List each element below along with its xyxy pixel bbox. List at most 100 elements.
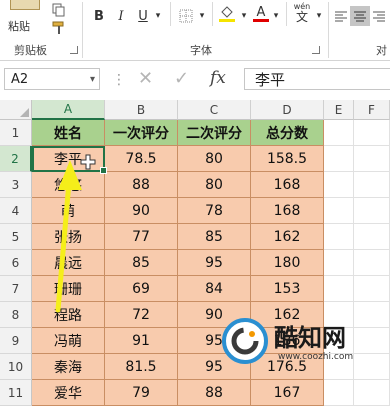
empty-cell[interactable] — [324, 224, 354, 250]
empty-cell[interactable] — [354, 276, 390, 302]
row-header-5[interactable]: 5 — [0, 224, 32, 250]
empty-cell[interactable] — [324, 198, 354, 224]
column-header-a[interactable]: A — [32, 100, 105, 120]
row-header-11[interactable]: 11 — [0, 380, 32, 406]
row-header-8[interactable]: 8 — [0, 302, 32, 328]
empty-cell[interactable] — [354, 172, 390, 198]
underline-dropdown-icon[interactable]: ▾ — [152, 6, 164, 26]
row-header-6[interactable]: 6 — [0, 250, 32, 276]
font-color-dropdown-icon[interactable]: ▾ — [270, 6, 282, 26]
font-color-icon[interactable]: A — [252, 4, 270, 24]
empty-cell[interactable] — [354, 198, 390, 224]
select-all-button[interactable] — [0, 100, 32, 120]
bold-button[interactable]: B — [90, 6, 108, 26]
format-painter-icon[interactable] — [48, 18, 70, 38]
table-cell[interactable]: 78.5 — [105, 146, 178, 172]
empty-cell[interactable] — [354, 380, 390, 406]
table-cell[interactable]: 158.5 — [251, 146, 324, 172]
column-header-d[interactable]: D — [251, 100, 324, 120]
align-left-icon[interactable] — [332, 6, 350, 26]
row-header-3[interactable]: 3 — [0, 172, 32, 198]
table-cell[interactable]: 程路 — [32, 302, 105, 328]
empty-cell[interactable] — [324, 146, 354, 172]
table-cell[interactable]: 167 — [251, 380, 324, 406]
name-box[interactable]: A2 ▾ — [4, 68, 100, 90]
table-cell[interactable]: 168 — [251, 172, 324, 198]
empty-cell[interactable] — [324, 380, 354, 406]
table-cell[interactable]: 72 — [105, 302, 178, 328]
row-header-10[interactable]: 10 — [0, 354, 32, 380]
table-cell[interactable]: 162 — [251, 224, 324, 250]
formula-input[interactable]: 李平 — [244, 68, 390, 90]
borders-dropdown-icon[interactable]: ▾ — [196, 6, 208, 26]
table-cell[interactable]: 153 — [251, 276, 324, 302]
column-header-e[interactable]: E — [324, 100, 354, 120]
table-cell[interactable]: 78 — [178, 198, 251, 224]
table-cell[interactable]: 95 — [178, 250, 251, 276]
table-cell[interactable]: 79 — [105, 380, 178, 406]
paste-button[interactable]: 粘贴 — [8, 18, 30, 34]
empty-cell[interactable] — [354, 224, 390, 250]
paste-icon[interactable] — [10, 0, 40, 10]
table-cell[interactable]: 悠悠 — [32, 172, 105, 198]
table-cell[interactable]: 180 — [251, 250, 324, 276]
empty-cell[interactable] — [324, 250, 354, 276]
column-header-f[interactable]: F — [354, 100, 390, 120]
table-cell[interactable]: 168 — [251, 198, 324, 224]
table-cell[interactable]: 张扬 — [32, 224, 105, 250]
insert-function-button[interactable]: fx — [210, 68, 226, 88]
fill-color-dropdown-icon[interactable]: ▾ — [238, 6, 250, 26]
table-cell[interactable]: 80 — [178, 146, 251, 172]
underline-button[interactable]: U — [134, 6, 152, 26]
phonetic-guide-button[interactable]: wén 文 — [290, 2, 314, 23]
phonetic-dropdown-icon[interactable]: ▾ — [314, 6, 324, 26]
formula-bar-grip-icon[interactable]: ⋮ — [112, 72, 126, 88]
table-cell[interactable]: 88 — [178, 380, 251, 406]
table-cell[interactable]: 李平 — [32, 146, 105, 172]
empty-cell[interactable] — [324, 120, 354, 146]
row-header-1[interactable]: 1 — [0, 120, 32, 146]
clipboard-dialog-launcher-icon[interactable] — [70, 46, 78, 54]
row-header-4[interactable]: 4 — [0, 198, 32, 224]
table-cell[interactable]: 80 — [178, 172, 251, 198]
cancel-icon[interactable]: ✕ — [138, 68, 153, 89]
align-center-icon[interactable] — [350, 6, 370, 26]
table-cell[interactable]: 冯萌 — [32, 328, 105, 354]
table-cell[interactable]: 84 — [178, 276, 251, 302]
column-header-b[interactable]: B — [105, 100, 178, 120]
font-dialog-launcher-icon[interactable] — [312, 46, 320, 54]
table-header-cell[interactable]: 一次评分 — [105, 120, 178, 146]
table-cell[interactable]: 晨远 — [32, 250, 105, 276]
column-header-c[interactable]: C — [178, 100, 251, 120]
row-header-7[interactable]: 7 — [0, 276, 32, 302]
table-cell[interactable]: 88 — [105, 172, 178, 198]
table-cell[interactable]: 85 — [178, 224, 251, 250]
table-header-cell[interactable]: 姓名 — [32, 120, 105, 146]
copy-icon[interactable] — [48, 0, 70, 20]
table-cell[interactable]: 77 — [105, 224, 178, 250]
table-cell[interactable]: 85 — [105, 250, 178, 276]
table-cell[interactable]: 爱华 — [32, 380, 105, 406]
table-header-cell[interactable]: 二次评分 — [178, 120, 251, 146]
empty-cell[interactable] — [354, 146, 390, 172]
empty-cell[interactable] — [354, 120, 390, 146]
borders-icon[interactable] — [176, 6, 196, 26]
empty-cell[interactable] — [324, 276, 354, 302]
table-cell[interactable]: 秦海 — [32, 354, 105, 380]
table-header-cell[interactable]: 总分数 — [251, 120, 324, 146]
empty-cell[interactable] — [324, 172, 354, 198]
table-cell[interactable]: 69 — [105, 276, 178, 302]
table-cell[interactable]: 萌 — [32, 198, 105, 224]
table-cell[interactable]: 90 — [105, 198, 178, 224]
table-cell[interactable]: 珊珊 — [32, 276, 105, 302]
fill-color-icon[interactable] — [216, 4, 238, 24]
name-box-dropdown-icon[interactable]: ▾ — [90, 69, 95, 91]
italic-button[interactable]: I — [112, 6, 130, 26]
enter-icon[interactable]: ✓ — [174, 68, 189, 89]
table-cell[interactable]: 91 — [105, 328, 178, 354]
align-right-icon[interactable] — [370, 6, 388, 26]
table-cell[interactable]: 81.5 — [105, 354, 178, 380]
empty-cell[interactable] — [354, 250, 390, 276]
row-header-2[interactable]: 2 — [0, 146, 32, 172]
row-header-9[interactable]: 9 — [0, 328, 32, 354]
